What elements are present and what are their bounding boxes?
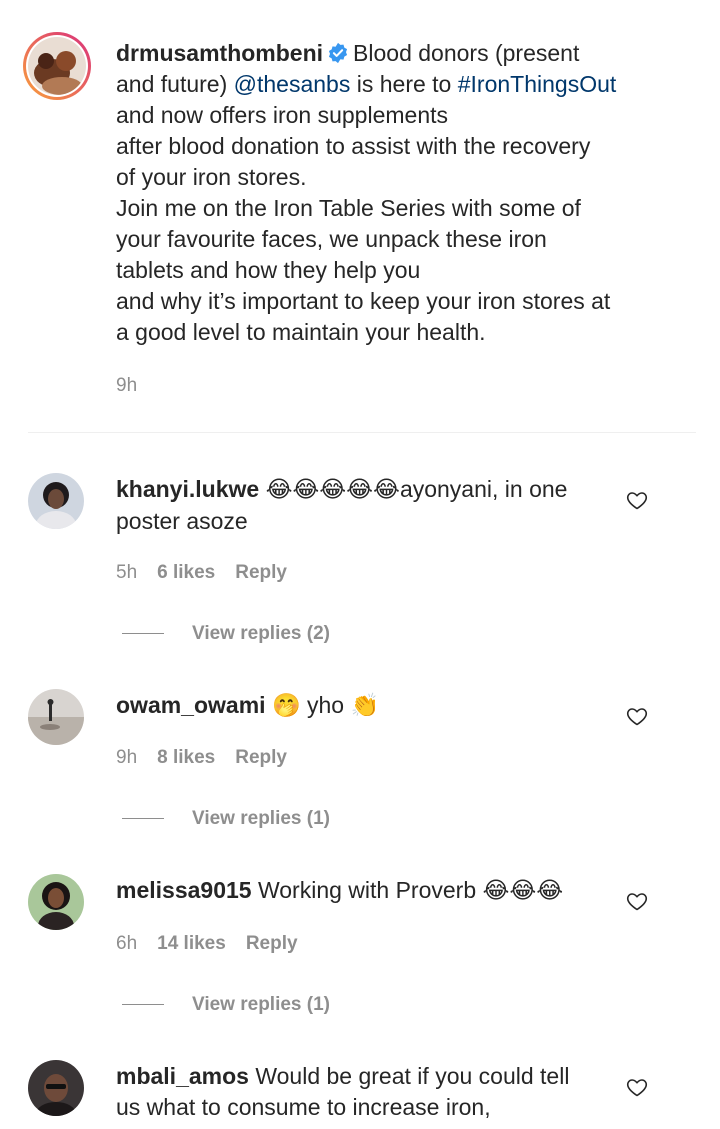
caption-line: and now offers iron supplements bbox=[116, 102, 448, 128]
view-replies-label: View replies (1) bbox=[192, 808, 330, 829]
hand-over-mouth-emoji: 🤭 bbox=[271, 693, 301, 719]
caption-line: and why it’s important to keep your iron… bbox=[116, 288, 611, 314]
mention-link[interactable]: @thesanbs bbox=[234, 71, 351, 97]
heart-outline-icon[interactable] bbox=[625, 1075, 649, 1099]
comment-username[interactable]: owam_owami bbox=[116, 692, 266, 718]
caption-line: of your iron stores. bbox=[116, 164, 307, 190]
comment-time: 6h bbox=[116, 933, 138, 954]
comment-time: 5h bbox=[116, 562, 138, 583]
comment-username[interactable]: melissa9015 bbox=[116, 877, 252, 903]
comment-meta: 5h 6 likes Reply bbox=[116, 562, 307, 584]
comment-text: yho bbox=[300, 692, 351, 718]
likes-count[interactable]: 14 likes bbox=[157, 933, 226, 954]
caption-line: is here to bbox=[350, 71, 458, 97]
caption-line: your favourite faces, we unpack these ir… bbox=[116, 226, 547, 252]
commenter-avatar[interactable] bbox=[28, 1060, 84, 1116]
post-caption: drmusamthombeni Blood donors (present and… bbox=[116, 38, 696, 348]
heart-outline-icon[interactable] bbox=[625, 704, 649, 728]
likes-count[interactable]: 8 likes bbox=[157, 747, 215, 768]
reply-button[interactable]: Reply bbox=[235, 747, 287, 768]
replies-line bbox=[122, 1004, 164, 1006]
commenter-avatar[interactable] bbox=[28, 473, 84, 529]
comment-body: khanyi.lukwe 😂😂😂😂😂ayonyani, in one poste… bbox=[116, 474, 616, 537]
replies-line bbox=[122, 633, 164, 635]
caption-line: a good level to maintain your health. bbox=[116, 319, 486, 345]
laughing-emoji: 😂😂😂😂😂 bbox=[265, 477, 400, 503]
caption-line: Join me on the Iron Table Series with so… bbox=[116, 195, 581, 221]
comment-meta: 6h 14 likes Reply bbox=[116, 933, 318, 955]
caption-line: after blood donation to assist with the … bbox=[116, 133, 591, 159]
comment-body: mbali_amos Would be great if you could t… bbox=[116, 1061, 616, 1123]
post-author-avatar[interactable] bbox=[22, 31, 92, 101]
comment-text: Working with Proverb bbox=[257, 877, 483, 903]
comment-body: melissa9015 Working with Proverb 😂😂😂 bbox=[116, 875, 616, 907]
comment-text: ayonyani, in one bbox=[399, 476, 568, 502]
view-replies-label: View replies (2) bbox=[192, 623, 330, 644]
comment-text: us what to consume to increase iron, bbox=[116, 1094, 491, 1120]
view-replies-button[interactable]: View replies (1) bbox=[122, 994, 330, 1016]
hashtag-link[interactable]: #IronThingsOut bbox=[458, 71, 617, 97]
comment-body: owam_owami 🤭 yho 👏 bbox=[116, 690, 616, 722]
commenter-avatar[interactable] bbox=[28, 874, 84, 930]
divider bbox=[28, 432, 696, 433]
heart-outline-icon[interactable] bbox=[625, 889, 649, 913]
view-replies-label: View replies (1) bbox=[192, 994, 330, 1015]
caption-line: and future) bbox=[116, 71, 234, 97]
comment-meta: 9h 8 likes Reply bbox=[116, 747, 307, 769]
comment-username[interactable]: khanyi.lukwe bbox=[116, 476, 259, 502]
comment-text: poster asoze bbox=[116, 508, 248, 534]
post-meta: 9h bbox=[116, 375, 157, 397]
comment-time: 9h bbox=[116, 747, 138, 768]
view-replies-button[interactable]: View replies (2) bbox=[122, 623, 330, 645]
post-time: 9h bbox=[116, 375, 138, 396]
caption-line: tablets and how they help you bbox=[116, 257, 421, 283]
post-username[interactable]: drmusamthombeni bbox=[116, 40, 323, 66]
likes-count[interactable]: 6 likes bbox=[157, 562, 215, 583]
caption-line: Blood donors (present bbox=[353, 40, 580, 66]
view-replies-button[interactable]: View replies (1) bbox=[122, 808, 330, 830]
comment-username[interactable]: mbali_amos bbox=[116, 1063, 249, 1089]
verified-badge-icon bbox=[328, 42, 348, 64]
reply-button[interactable]: Reply bbox=[235, 562, 287, 583]
replies-line bbox=[122, 818, 164, 820]
clapping-hands-emoji: 👏 bbox=[350, 693, 380, 719]
heart-outline-icon[interactable] bbox=[625, 488, 649, 512]
commenter-avatar[interactable] bbox=[28, 689, 84, 745]
comment-text: Would be great if you could tell bbox=[255, 1063, 570, 1089]
laughing-emoji: 😂😂😂 bbox=[482, 878, 564, 904]
reply-button[interactable]: Reply bbox=[246, 933, 298, 954]
